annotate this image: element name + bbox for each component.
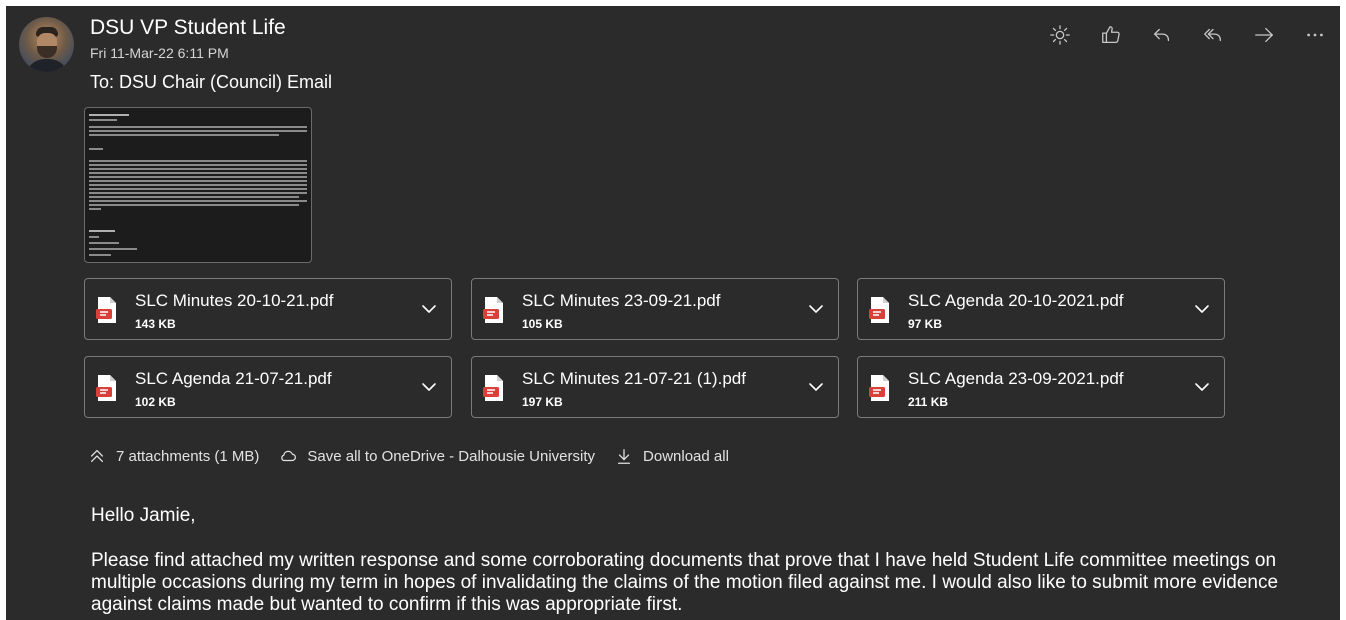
pdf-file-icon [483,297,503,323]
email-greeting: Hello Jamie, [91,505,196,526]
attachment-card[interactable]: SLC Agenda 21-07-21.pdf 102 KB [84,356,452,418]
thumbs-up-icon[interactable] [1085,20,1136,50]
pdf-file-icon [869,375,889,401]
attachment-size: 97 KB [908,317,943,331]
attachment-size: 211 KB [908,395,949,409]
attachment-count: 7 attachments (1 MB) [116,447,260,465]
chevron-down-icon[interactable] [419,299,439,319]
email-body: Please find attached my written response… [91,550,1279,615]
attachment-card[interactable]: SLC Minutes 23-09-21.pdf 105 KB [471,278,839,340]
chevron-down-icon[interactable] [806,377,826,397]
attachment-card[interactable]: SLC Minutes 20-10-21.pdf 143 KB [84,278,452,340]
attachment-name: SLC Minutes 20-10-21.pdf [135,291,334,310]
attachment-card[interactable]: SLC Agenda 20-10-2021.pdf 97 KB [857,278,1225,340]
cloud-icon [281,450,297,462]
email-reading-pane: DSU VP Student Life Fri 11-Mar-22 6:11 P… [6,6,1340,620]
pdf-file-icon [96,297,116,323]
attachment-toolbar: 7 attachments (1 MB) Save all to OneDriv… [88,447,749,465]
chevron-down-icon[interactable] [419,377,439,397]
attachment-name: SLC Agenda 21-07-21.pdf [135,369,332,388]
attachment-size: 102 KB [135,395,176,409]
attachment-card[interactable]: SLC Minutes 21-07-21 (1).pdf 197 KB [471,356,839,418]
avatar[interactable] [19,17,74,72]
sent-date: Fri 11-Mar-22 6:11 PM [90,45,229,61]
more-icon[interactable] [1289,20,1340,50]
attachment-card[interactable]: SLC Agenda 23-09-2021.pdf 211 KB [857,356,1225,418]
download-all-button[interactable]: Download all [615,447,729,465]
download-all-label: Download all [643,447,729,465]
message-actions [1034,20,1340,50]
download-icon [617,449,631,464]
sender-name[interactable]: DSU VP Student Life [90,16,286,40]
attachment-name: SLC Agenda 20-10-2021.pdf [908,291,1124,310]
pdf-file-icon [96,375,116,401]
attachment-name: SLC Minutes 21-07-21 (1).pdf [522,369,746,388]
attachment-name: SLC Agenda 23-09-2021.pdf [908,369,1124,388]
collapse-attachments-button[interactable]: 7 attachments (1 MB) [88,447,259,465]
forward-icon[interactable] [1238,20,1289,50]
embedded-image-thumbnail[interactable] [84,107,312,263]
sun-icon[interactable] [1034,20,1085,50]
attachment-name: SLC Minutes 23-09-21.pdf [522,291,721,310]
attachment-size: 105 KB [522,317,563,331]
save-all-onedrive-button[interactable]: Save all to OneDrive - Dalhousie Univers… [279,447,595,465]
reply-all-icon[interactable] [1187,20,1238,50]
attachment-size: 197 KB [522,395,563,409]
chevron-down-icon[interactable] [1192,377,1212,397]
chevron-down-icon[interactable] [806,299,826,319]
reply-icon[interactable] [1136,20,1187,50]
pdf-file-icon [869,297,889,323]
attachment-size: 143 KB [135,317,176,331]
pdf-file-icon [483,375,503,401]
save-all-label: Save all to OneDrive - Dalhousie Univers… [307,447,596,465]
recipient-line: To: DSU Chair (Council) Email [90,72,333,92]
chevron-double-up-icon [90,449,104,463]
chevron-down-icon[interactable] [1192,299,1212,319]
